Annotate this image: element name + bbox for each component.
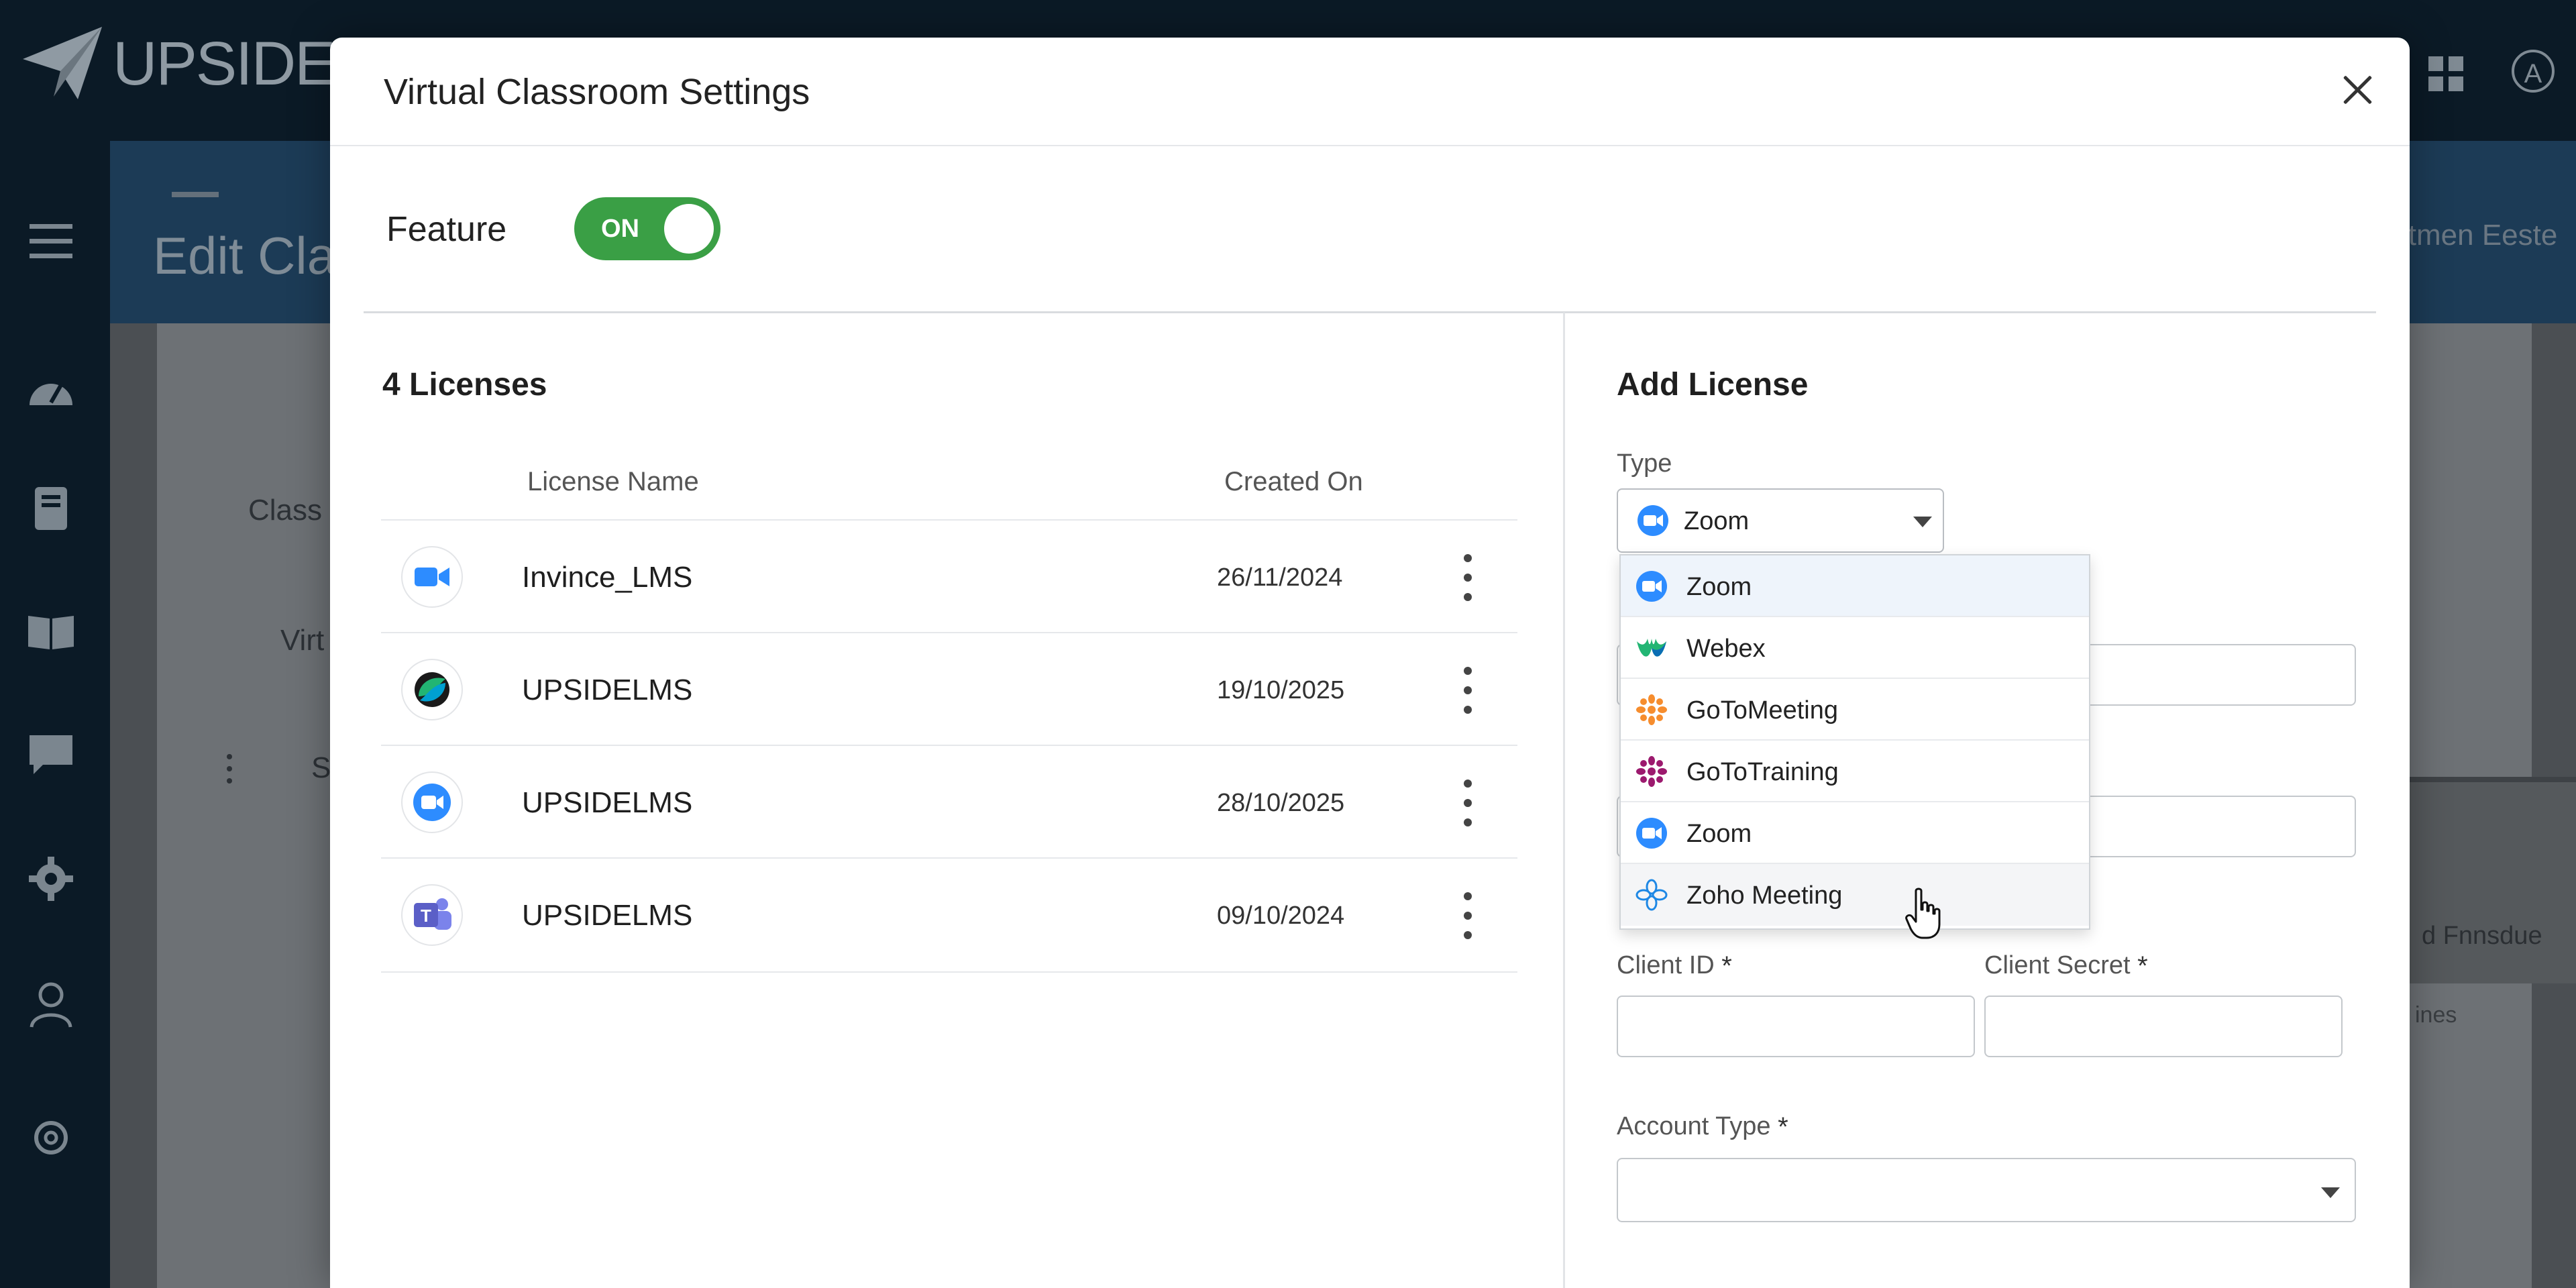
type-select-value: Zoom: [1684, 507, 1750, 535]
option-label: Zoho Meeting: [1686, 881, 1843, 910]
licenses-count: 4 Licenses: [382, 367, 547, 402]
avatar[interactable]: A: [2512, 50, 2555, 93]
zoom-icon: [401, 771, 463, 833]
type-label: Type: [1617, 449, 1672, 478]
webex-icon: [401, 659, 463, 720]
bg-right-panel-text: d Fnnsdue: [2422, 922, 2542, 950]
chevron-down-icon: [2321, 1187, 2340, 1198]
option-label: Webex: [1686, 635, 1766, 663]
account-type-label: Account Type *: [1617, 1112, 1788, 1142]
hand-cursor-icon: [1905, 888, 1941, 939]
more-options-icon[interactable]: [1460, 780, 1476, 826]
title-accent: [172, 192, 219, 197]
svg-text:T: T: [421, 906, 431, 926]
type-option-gotomeeting[interactable]: GoToMeeting: [1621, 679, 2089, 741]
required-mark: *: [1721, 951, 1732, 981]
zoom-icon: [401, 546, 463, 608]
account-type-select[interactable]: [1617, 1158, 2356, 1222]
required-mark: *: [1778, 1112, 1788, 1142]
option-label: Zoom: [1686, 573, 1752, 601]
license-row[interactable]: Invince_LMS 26/11/2024: [381, 519, 1517, 633]
type-dropdown-list: Zoom Webex GoToMeeting GoToTraining Zoom…: [1619, 554, 2090, 930]
license-name: Invince_LMS: [522, 561, 693, 594]
client-secret-label-text: Client Secret: [1984, 951, 2131, 979]
app-logo[interactable]: UPSIDEL: [23, 27, 369, 101]
apps-grid-icon[interactable]: [2428, 56, 2463, 91]
page-title: Edit Cla: [153, 226, 337, 285]
open-book-icon[interactable]: [25, 606, 76, 657]
client-secret-label: Client Secret *: [1984, 951, 2148, 981]
client-id-label-text: Client ID: [1617, 951, 1715, 979]
book-icon[interactable]: [25, 483, 76, 534]
feature-label: Feature: [386, 210, 507, 249]
license-name: UPSIDELMS: [522, 674, 693, 706]
gotomeeting-icon: [1636, 694, 1667, 725]
zoom-icon: [1636, 571, 1667, 602]
bg-label-class: Class: [248, 494, 323, 527]
type-option-gototraining[interactable]: GoToTraining: [1621, 741, 2089, 802]
license-row[interactable]: T UPSIDELMS 09/10/2024: [381, 857, 1517, 973]
virtual-classroom-settings-modal: Virtual Classroom Settings Feature ON 4 …: [330, 38, 2410, 1288]
dashboard-icon[interactable]: [25, 362, 76, 413]
paper-plane-icon: [23, 27, 102, 99]
client-id-label: Client ID *: [1617, 951, 1732, 981]
zoom-icon: [1636, 818, 1667, 849]
modal-header: Virtual Classroom Settings: [330, 38, 2410, 146]
section-divider: [364, 311, 2376, 313]
modal-title: Virtual Classroom Settings: [384, 72, 810, 112]
option-label: GoToMeeting: [1686, 696, 1839, 724]
more-options-icon[interactable]: [1460, 554, 1476, 601]
client-id-field[interactable]: [1617, 996, 1975, 1057]
zoom-icon: [1638, 505, 1668, 536]
bg-drag-handle-icon: [227, 754, 232, 784]
license-created-on: 26/11/2024: [1217, 564, 1343, 592]
bg-label-s: S: [311, 751, 331, 784]
add-license-title: Add License: [1617, 367, 1809, 402]
bg-right-panel-text-2: ines: [2415, 1002, 2457, 1028]
teams-icon: T: [401, 884, 463, 946]
license-name: UPSIDELMS: [522, 899, 693, 932]
account-type-label-text: Account Type: [1617, 1112, 1771, 1140]
type-option-zoom[interactable]: Zoom: [1621, 555, 2089, 617]
option-label: Zoom: [1686, 820, 1752, 848]
license-created-on: 28/10/2025: [1217, 789, 1345, 817]
type-option-zoho-meeting[interactable]: Zoho Meeting: [1621, 864, 2089, 926]
type-option-webex[interactable]: Webex: [1621, 617, 2089, 679]
type-option-zoom-2[interactable]: Zoom: [1621, 802, 2089, 864]
column-divider: [1563, 313, 1565, 1288]
chat-icon[interactable]: [25, 729, 76, 780]
column-header-license-name[interactable]: License Name: [527, 467, 699, 497]
sidebar: [0, 141, 110, 1288]
header-right-text: itmen Eeste: [2402, 219, 2558, 252]
feature-toggle-text: ON: [601, 215, 639, 243]
gototraining-icon: [1636, 756, 1667, 787]
feature-toggle[interactable]: ON: [574, 197, 720, 260]
chevron-down-icon: [1913, 517, 1932, 527]
more-options-icon[interactable]: [1460, 892, 1476, 939]
required-mark: *: [2137, 951, 2148, 981]
client-secret-field[interactable]: [1984, 996, 2343, 1057]
bg-label-virtual: Virt: [280, 624, 325, 657]
license-created-on: 09/10/2024: [1217, 902, 1345, 930]
settings-icon[interactable]: [25, 853, 76, 904]
gear-icon[interactable]: [25, 1112, 76, 1163]
bg-right-panel: [2408, 777, 2576, 983]
user-icon[interactable]: [25, 979, 76, 1030]
close-icon[interactable]: [2339, 71, 2376, 109]
webex-icon: [1637, 639, 1666, 657]
option-label: GoToTraining: [1686, 758, 1839, 786]
type-select[interactable]: Zoom: [1617, 488, 1944, 553]
column-header-created-on[interactable]: Created On: [1224, 467, 1363, 497]
logo-text: UPSIDEL: [113, 29, 369, 98]
toggle-knob: [664, 204, 714, 254]
zoho-meeting-icon: [1635, 879, 1668, 911]
license-created-on: 19/10/2025: [1217, 676, 1345, 704]
menu-icon[interactable]: [25, 216, 76, 267]
license-row[interactable]: UPSIDELMS 19/10/2025: [381, 632, 1517, 746]
license-row[interactable]: UPSIDELMS 28/10/2025: [381, 745, 1517, 859]
license-name: UPSIDELMS: [522, 786, 693, 819]
more-options-icon[interactable]: [1460, 667, 1476, 714]
